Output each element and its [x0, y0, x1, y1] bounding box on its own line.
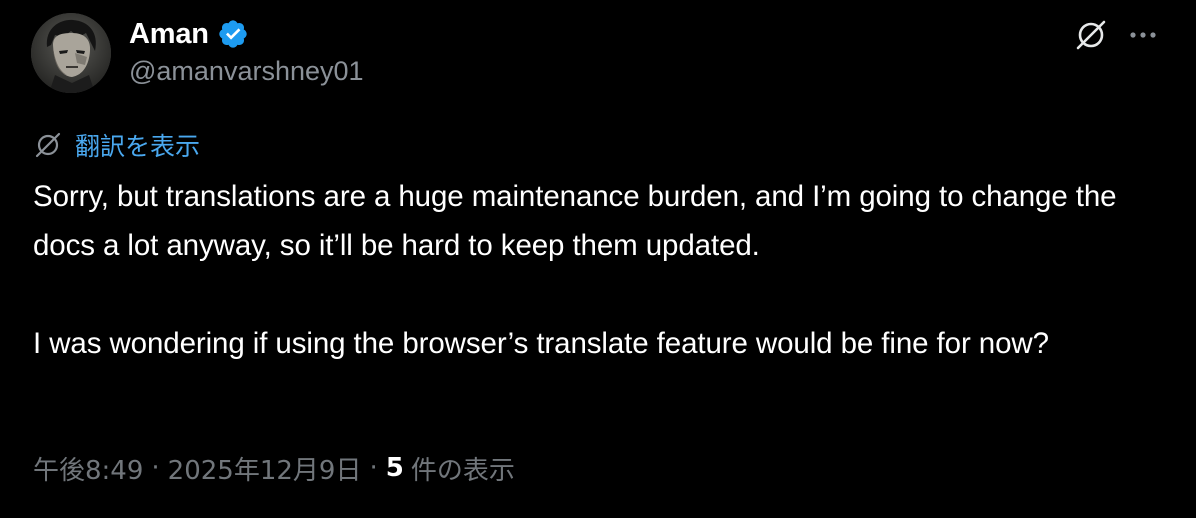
tweet-metadata: 午後8:49 · 2025年12月9日 · 5 件の表示 — [33, 446, 515, 490]
tweet-date[interactable]: 2025年12月9日 — [168, 450, 362, 487]
show-translation-link[interactable]: 翻訳を表示 — [33, 128, 200, 162]
tweet-paragraph: I was wondering if using the browser’s t… — [33, 327, 1049, 360]
meta-separator: · — [151, 453, 160, 483]
author-name[interactable]: Aman — [129, 18, 209, 51]
tweet-paragraph: Sorry, but translations are a huge maint… — [33, 180, 1117, 262]
verified-badge-icon[interactable] — [217, 18, 249, 50]
grok-button[interactable] — [1070, 14, 1112, 56]
more-options-button[interactable] — [1122, 14, 1164, 56]
author-handle[interactable]: @amanvarshney01 — [129, 56, 364, 87]
views-label[interactable]: 件の表示 — [411, 450, 515, 487]
views-count[interactable]: 5 — [386, 453, 404, 483]
more-horizontal-icon — [1130, 32, 1156, 38]
grok-slash-circle-icon — [35, 132, 61, 158]
tweet-time[interactable]: 午後8:49 — [33, 450, 143, 487]
author-name-row[interactable]: Aman — [129, 14, 249, 54]
meta-separator: · — [369, 453, 378, 483]
tweet-text: Sorry, but translations are a huge maint… — [33, 172, 1163, 368]
avatar[interactable] — [31, 13, 111, 93]
tweet-card: Aman @amanvarshney01 翻訳を表示 Sorry, but tr… — [0, 0, 1196, 518]
grok-slash-circle-icon — [1076, 20, 1106, 50]
avatar-image — [31, 13, 111, 93]
show-translation-label[interactable]: 翻訳を表示 — [75, 127, 200, 163]
